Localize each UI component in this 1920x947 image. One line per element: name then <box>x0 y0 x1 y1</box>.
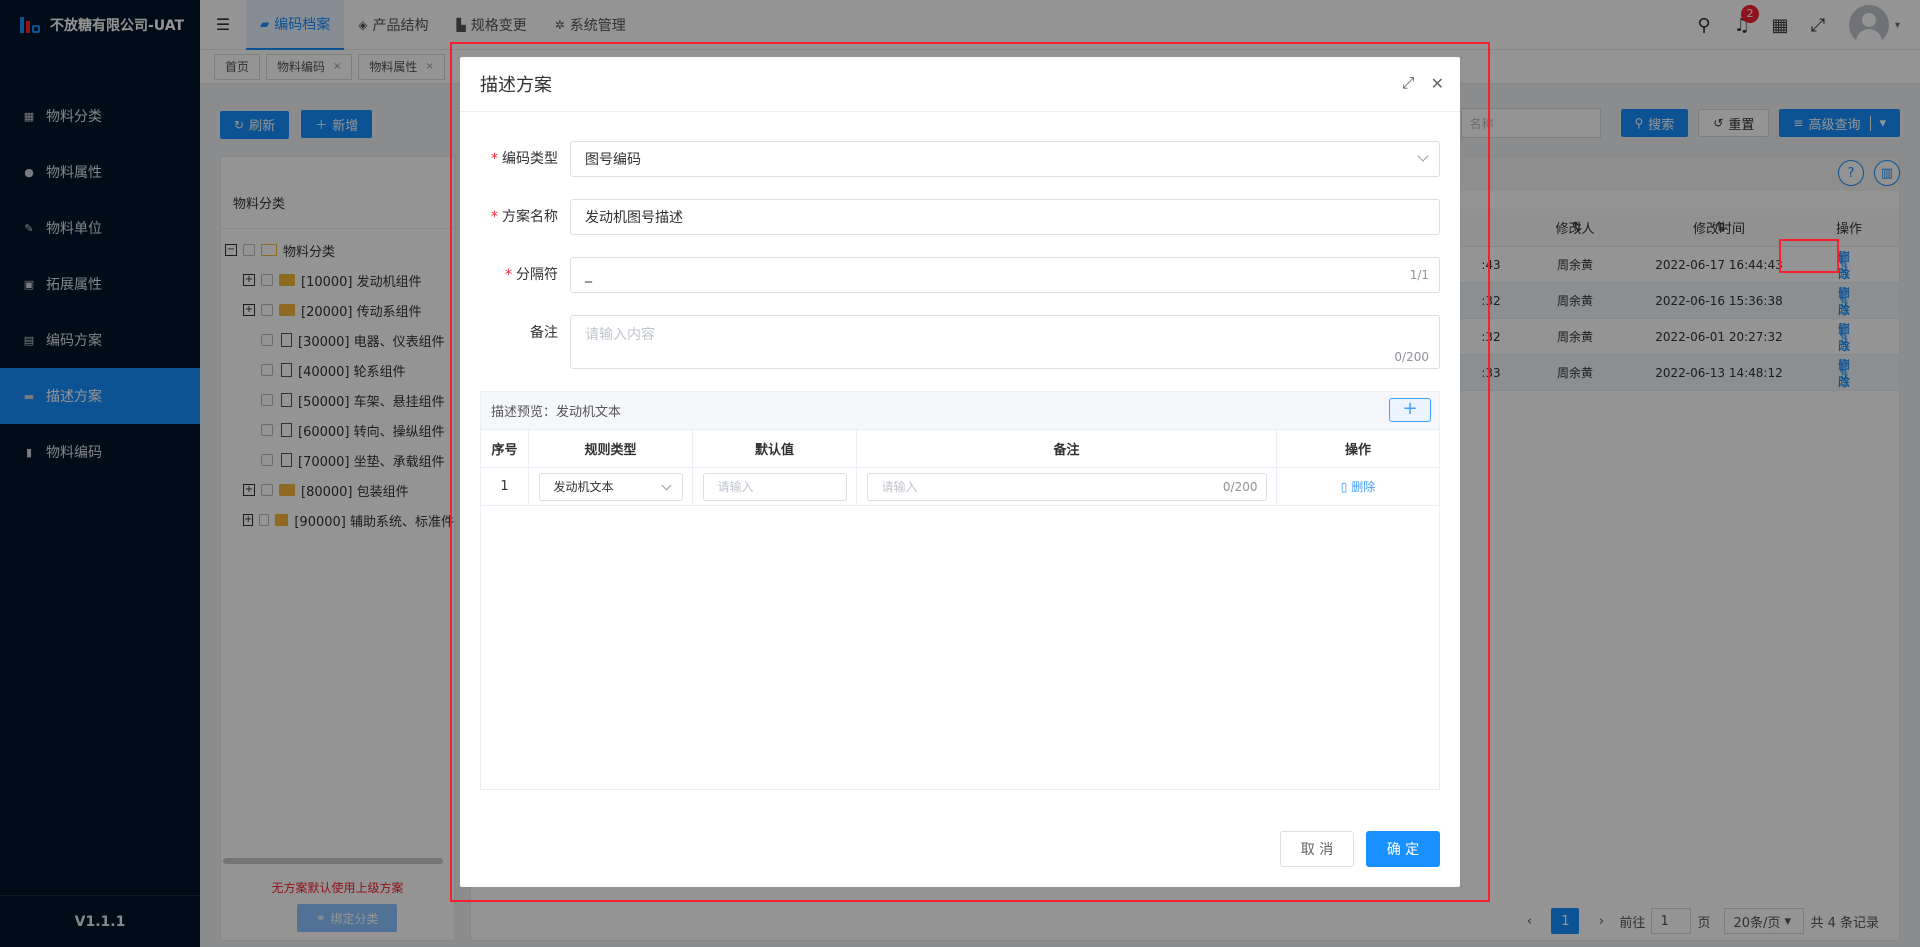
highlight-edit-box <box>1779 239 1839 273</box>
add-rule-button[interactable]: + <box>1389 398 1431 422</box>
rule-section: 描述预览： 发动机文本 + 序号 规则类型 默认值 备注 操作 1 发动机文本 … <box>480 391 1440 790</box>
select-value: 图号编码 <box>585 152 641 168</box>
col-actions: 操作 <box>1344 443 1371 458</box>
cell-default-value: 请输入 <box>693 468 857 505</box>
label-text: 分隔符 <box>516 267 558 283</box>
rule-row: 1 发动机文本 请输入 请输入 0/200 ▯ 删除 <box>481 468 1439 506</box>
code-type-label: * 编码类型 <box>491 151 558 167</box>
scheme-name-label: * 方案名称 <box>491 209 558 225</box>
remark-label: 备注 <box>480 315 570 369</box>
col-index: 序号 <box>481 430 529 467</box>
separator-input[interactable]: _ 1/1 <box>570 257 1440 293</box>
dialog-title: 描述方案 <box>460 57 1460 112</box>
cancel-button[interactable]: 取 消 <box>1280 831 1354 867</box>
form-row-scheme-name: * 方案名称 发动机图号描述 <box>480 199 1440 235</box>
label-text: 方案名称 <box>502 209 558 225</box>
cell-remark: 请输入 0/200 <box>857 468 1277 505</box>
separator-count: 1/1 <box>1409 268 1429 282</box>
label-text: 备注 <box>530 325 558 341</box>
link-label: 删除 <box>1351 480 1376 494</box>
separator-label: * 分隔符 <box>505 267 558 283</box>
rule-type-select[interactable]: 发动机文本 <box>538 472 683 501</box>
input-value: _ <box>585 267 592 283</box>
description-preview: 描述预览： 发动机文本 + <box>481 392 1439 430</box>
col-default-value: 默认值 <box>693 430 857 467</box>
description-scheme-dialog: 描述方案 ⤢ ✕ * 编码类型 图号编码 * 方案名称 发动机图号描述 * 分隔符 _… <box>460 57 1460 887</box>
col-rule-type: 规则类型 <box>529 430 693 467</box>
chevron-down-icon <box>661 480 671 490</box>
cell-rule-type: 发动机文本 <box>529 468 693 505</box>
label-text: 编码类型 <box>502 151 558 167</box>
textarea-placeholder: 请输入内容 <box>585 327 655 343</box>
delete-rule-link[interactable]: ▯ 删除 <box>1341 478 1375 495</box>
default-value-input[interactable]: 请输入 <box>702 472 847 501</box>
preview-value: 发动机文本 <box>556 405 622 420</box>
form-row-code-type: * 编码类型 图号编码 <box>480 141 1440 177</box>
rule-remark-input[interactable]: 请输入 0/200 <box>866 472 1267 501</box>
maximize-icon[interactable]: ⤢ <box>1402 73 1415 93</box>
code-type-select[interactable]: 图号编码 <box>570 141 1440 177</box>
input-placeholder: 请输入 <box>717 480 754 494</box>
input-value: 发动机图号描述 <box>585 210 683 226</box>
remark-count: 0/200 <box>1222 479 1258 494</box>
trash-icon: ▯ <box>1340 480 1348 494</box>
close-icon[interactable]: ✕ <box>1431 74 1444 93</box>
select-value: 发动机文本 <box>553 480 614 494</box>
remark-textarea[interactable]: 请输入内容 0/200 <box>570 315 1440 369</box>
chevron-down-icon <box>1417 150 1429 162</box>
scheme-name-input[interactable]: 发动机图号描述 <box>570 199 1440 235</box>
col-remark: 备注 <box>857 430 1277 467</box>
rule-table-header: 序号 规则类型 默认值 备注 操作 <box>481 430 1439 468</box>
dialog-footer: 取 消 确 定 <box>1280 831 1440 867</box>
dialog-controls: ⤢ ✕ <box>1386 73 1444 93</box>
confirm-button[interactable]: 确 定 <box>1366 831 1440 867</box>
input-placeholder: 请输入 <box>881 480 918 494</box>
remark-count: 0/200 <box>1394 350 1429 364</box>
cell-actions: ▯ 删除 <box>1277 468 1439 505</box>
preview-label: 描述预览： <box>491 405 557 420</box>
cell-index: 1 <box>481 468 529 505</box>
form-row-separator: * 分隔符 _ 1/1 <box>480 257 1440 293</box>
form-row-remark: 备注 请输入内容 0/200 <box>480 315 1440 369</box>
